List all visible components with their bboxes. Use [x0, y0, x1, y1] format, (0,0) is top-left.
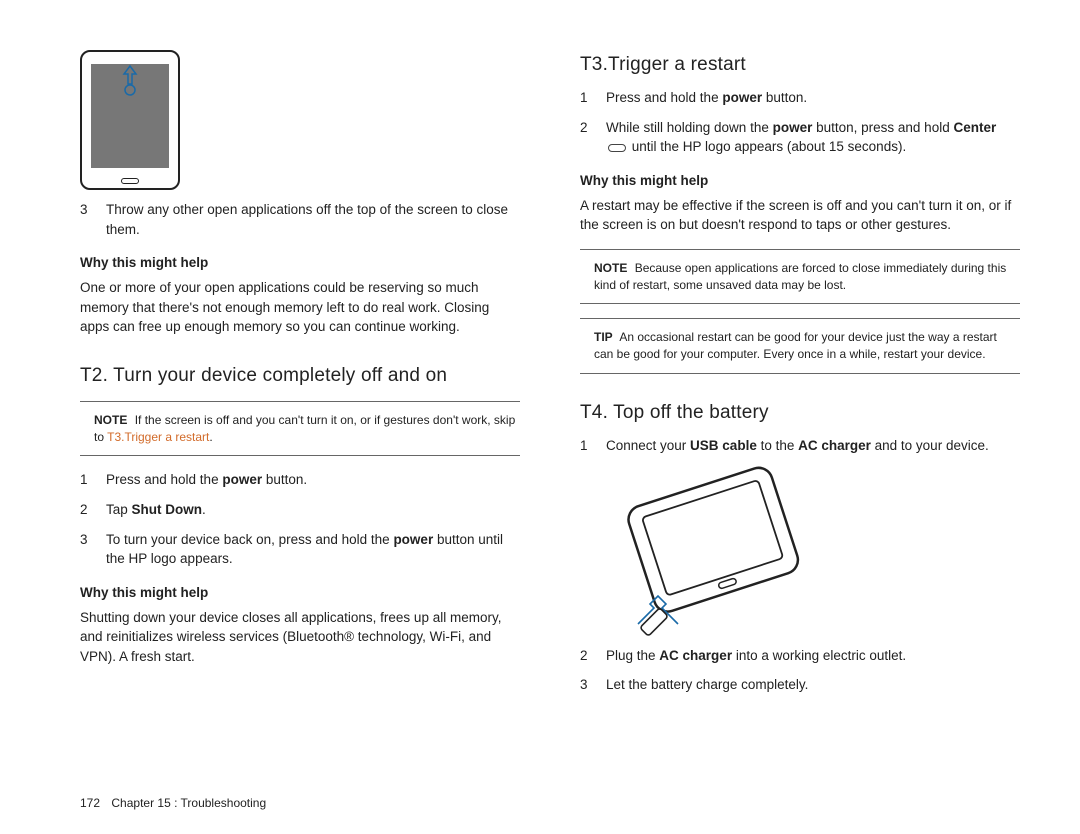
list-item: 1 Connect your USB cable to the AC charg…: [580, 436, 1020, 456]
link-t3-restart[interactable]: T3.Trigger a restart: [107, 430, 209, 444]
step-text: To turn your device back on, press and h…: [106, 530, 520, 569]
why-heading: Why this might help: [80, 585, 520, 600]
step-number: 1: [580, 88, 606, 108]
tip-text: An occasional restart can be good for yo…: [594, 330, 997, 361]
list-item: 2 Tap Shut Down.: [80, 500, 520, 520]
why-heading: Why this might help: [580, 173, 1020, 188]
list-item: 2 Plug the AC charger into a working ele…: [580, 646, 1020, 666]
why-heading: Why this might help: [80, 255, 520, 270]
device-illustration-swipe-up: [80, 50, 180, 190]
section-t3-heading: T3.Trigger a restart: [580, 54, 1020, 76]
list-item: 1 Press and hold the power button.: [580, 88, 1020, 108]
section-t2-heading: T2. Turn your device completely off and …: [80, 365, 520, 387]
note-tag: NOTE: [94, 413, 127, 427]
page-footer: 172 Chapter 15 : Troubleshooting: [80, 796, 266, 810]
device-charger-illustration: [600, 466, 820, 636]
step-number: 1: [580, 436, 606, 456]
chapter-label: Chapter 15 : Troubleshooting: [111, 796, 266, 810]
right-column: T3.Trigger a restart 1 Press and hold th…: [580, 50, 1020, 705]
swipe-up-arrow-icon: [120, 64, 140, 96]
section-t4-heading: T4. Top off the battery: [580, 402, 1020, 424]
page-number: 172: [80, 796, 100, 810]
body-text: One or more of your open applications co…: [80, 278, 520, 337]
step-text: Connect your USB cable to the AC charger…: [606, 436, 1020, 456]
body-text: A restart may be effective if the screen…: [580, 196, 1020, 235]
step-number: 3: [80, 200, 106, 239]
step-text: Press and hold the power button.: [106, 470, 520, 490]
center-button-icon: [608, 144, 626, 152]
note-tag: NOTE: [594, 261, 627, 275]
step-text: Let the battery charge completely.: [606, 675, 1020, 695]
step-number: 2: [80, 500, 106, 520]
list-item: 2 While still holding down the power but…: [580, 118, 1020, 157]
list-item: 3 Throw any other open applications off …: [80, 200, 520, 239]
body-text: Shutting down your device closes all app…: [80, 608, 520, 667]
step-text: Plug the AC charger into a working elect…: [606, 646, 1020, 666]
note-box: NOTE If the screen is off and you can't …: [80, 401, 520, 457]
note-text: Because open applications are forced to …: [594, 261, 1006, 292]
note-box: NOTE Because open applications are force…: [580, 249, 1020, 305]
step-text: While still holding down the power butto…: [606, 118, 1020, 157]
step-number: 2: [580, 646, 606, 666]
step-text: Press and hold the power button.: [606, 88, 1020, 108]
tip-tag: TIP: [594, 330, 613, 344]
step-text: Tap Shut Down.: [106, 500, 520, 520]
left-column: 3 Throw any other open applications off …: [80, 50, 520, 705]
step-number: 3: [80, 530, 106, 569]
step-number: 2: [580, 118, 606, 157]
step-text: Throw any other open applications off th…: [106, 200, 520, 239]
list-item: 3 Let the battery charge completely.: [580, 675, 1020, 695]
list-item: 3 To turn your device back on, press and…: [80, 530, 520, 569]
list-item: 1 Press and hold the power button.: [80, 470, 520, 490]
tip-box: TIP An occasional restart can be good fo…: [580, 318, 1020, 374]
step-number: 1: [80, 470, 106, 490]
step-number: 3: [580, 675, 606, 695]
